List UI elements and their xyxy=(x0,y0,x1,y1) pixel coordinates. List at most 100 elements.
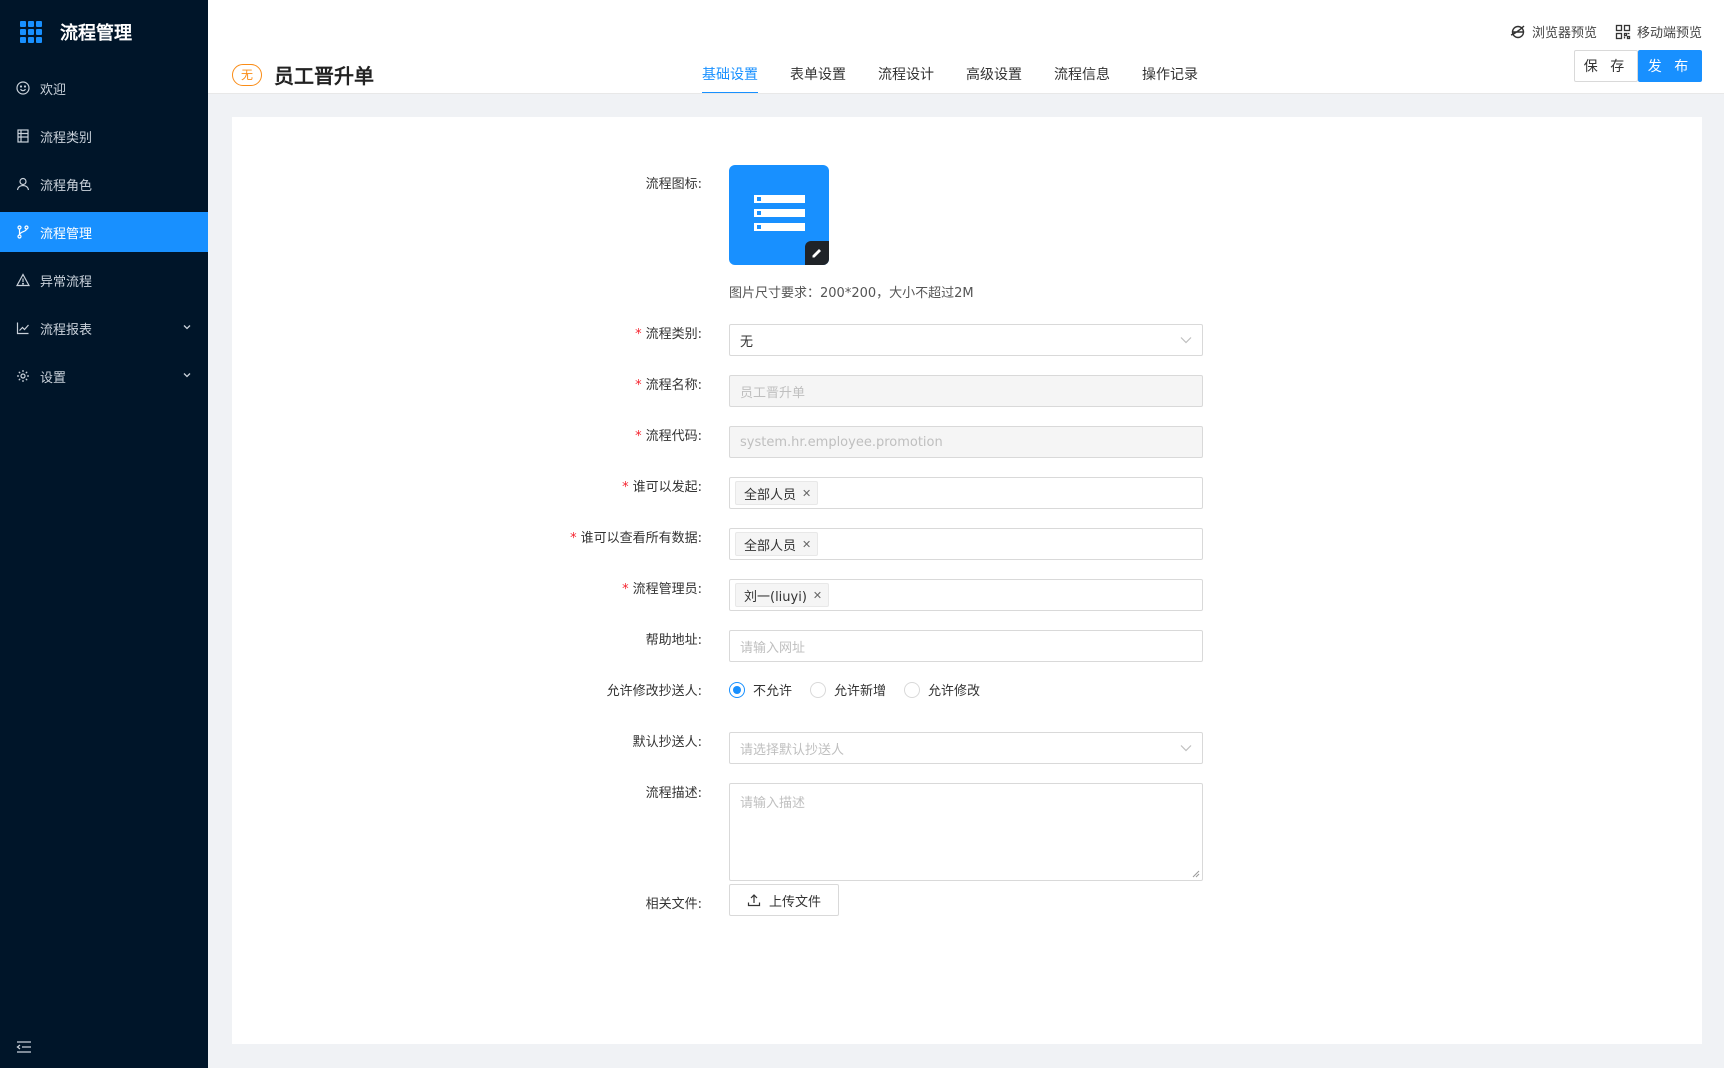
description-placeholder: 请输入描述 xyxy=(740,796,806,811)
close-icon[interactable]: ✕ xyxy=(802,487,811,500)
sidebar-item-label: 流程角色 xyxy=(40,178,93,194)
selected-tag: 刘一(liuyi) ✕ xyxy=(735,583,830,607)
process-code-value: system.hr.employee.promotion xyxy=(740,434,943,450)
page-title-group: 无 员工晋升单 xyxy=(232,60,374,89)
form-label: * 流程代码: xyxy=(635,429,702,444)
sidebar-item-label: 欢迎 xyxy=(40,82,67,98)
sidebar-item-label: 流程类别 xyxy=(40,130,93,146)
sidebar-item-process-management[interactable]: 流程管理 xyxy=(0,212,208,252)
publish-button[interactable]: 发 布 xyxy=(1638,50,1702,82)
sidebar-item-exceptions[interactable]: 异常流程 xyxy=(0,260,208,300)
mobile-preview-link[interactable]: 移动端预览 xyxy=(1615,22,1702,41)
list-icon xyxy=(16,129,30,143)
sidebar-item-welcome[interactable]: 欢迎 xyxy=(0,68,208,108)
selected-tag: 全部人员 ✕ xyxy=(735,532,819,556)
warning-icon xyxy=(16,273,30,287)
apps-grid-icon[interactable] xyxy=(20,21,42,43)
sidebar-item-reports[interactable]: 流程报表 xyxy=(0,308,208,348)
preview-links: 浏览器预览 移动端预览 xyxy=(1492,22,1702,41)
process-name-input[interactable]: 员工晋升单 xyxy=(729,375,1203,407)
tabs: 基础设置 表单设置 流程设计 高级设置 流程信息 操作记录 xyxy=(702,60,1230,94)
help-url-placeholder: 请输入网址 xyxy=(740,640,806,656)
sidebar: 流程管理 欢迎 流程类别 流程角色 流程管理 异常流程 流程报表 设置 xyxy=(0,0,208,1068)
chevron-down-icon xyxy=(1180,337,1192,344)
branch-icon xyxy=(16,225,30,239)
chevron-down-icon xyxy=(183,373,191,378)
tab-process-info[interactable]: 流程信息 xyxy=(1054,60,1110,94)
chevron-down-icon xyxy=(1180,745,1192,752)
default-cc-select[interactable]: 请选择默认抄送人 xyxy=(729,732,1203,764)
tab-form-settings[interactable]: 表单设置 xyxy=(790,60,846,94)
category-value: 无 xyxy=(740,334,754,350)
tab-operation-log[interactable]: 操作记录 xyxy=(1142,60,1198,94)
category-select[interactable]: 无 xyxy=(729,324,1203,356)
sidebar-item-label: 流程管理 xyxy=(40,226,93,242)
close-icon[interactable]: ✕ xyxy=(802,538,811,551)
form-label: * 流程名称: xyxy=(635,378,702,393)
form-label: 允许修改抄送人: xyxy=(606,684,702,699)
brand-title: 流程管理 xyxy=(60,23,132,44)
header: 无 员工晋升单 基础设置 表单设置 流程设计 高级设置 流程信息 操作记录 浏览… xyxy=(208,0,1724,94)
browser-preview-label: 浏览器预览 xyxy=(1531,26,1597,41)
browser-icon xyxy=(1510,25,1525,38)
selected-tag: 全部人员 ✕ xyxy=(735,481,819,505)
sidebar-item-label: 流程报表 xyxy=(40,322,93,338)
process-code-input[interactable]: system.hr.employee.promotion xyxy=(729,426,1203,458)
form-label: 流程图标: xyxy=(645,177,702,192)
mobile-preview-label: 移动端预览 xyxy=(1636,26,1702,41)
help-url-input[interactable]: 请输入网址 xyxy=(729,630,1203,662)
radio-not-allowed[interactable]: 不允许 xyxy=(729,680,792,699)
list-icon xyxy=(754,195,805,237)
tab-basic-settings[interactable]: 基础设置 xyxy=(702,60,758,94)
menu-fold-icon[interactable] xyxy=(16,1040,32,1054)
resize-grip-icon[interactable] xyxy=(1192,870,1200,878)
radio-allow-modify[interactable]: 允许修改 xyxy=(904,680,980,699)
brand: 流程管理 xyxy=(0,0,208,64)
form-label: 默认抄送人: xyxy=(632,735,702,750)
radio-allow-add[interactable]: 允许新增 xyxy=(810,680,886,699)
description-textarea[interactable]: 请输入描述 xyxy=(729,783,1203,881)
process-name-value: 员工晋升单 xyxy=(740,385,806,401)
divider xyxy=(208,93,1724,94)
tab-advanced-settings[interactable]: 高级设置 xyxy=(966,60,1022,94)
qrcode-icon xyxy=(1615,24,1631,39)
browser-preview-link[interactable]: 浏览器预览 xyxy=(1510,22,1597,41)
upload-file-button[interactable]: 上传文件 xyxy=(729,884,839,916)
form-label: 帮助地址: xyxy=(645,633,702,648)
sidebar-nav: 欢迎 流程类别 流程角色 流程管理 异常流程 流程报表 设置 xyxy=(0,68,208,396)
upload-icon xyxy=(747,894,761,907)
sidebar-item-roles[interactable]: 流程角色 xyxy=(0,164,208,204)
sidebar-item-label: 异常流程 xyxy=(40,274,93,290)
line-chart-icon xyxy=(16,321,30,335)
close-icon[interactable]: ✕ xyxy=(813,589,822,602)
initiators-select[interactable]: 全部人员 ✕ xyxy=(729,477,1203,509)
radio-circle xyxy=(729,681,745,698)
icon-hint: 图片尺寸要求：200*200，大小不超过2M xyxy=(729,286,974,301)
sidebar-item-label: 设置 xyxy=(40,370,67,386)
sidebar-item-settings[interactable]: 设置 xyxy=(0,356,208,396)
default-cc-placeholder: 请选择默认抄送人 xyxy=(740,742,845,758)
user-icon xyxy=(16,177,30,191)
chevron-down-icon xyxy=(183,325,191,330)
tab-process-design[interactable]: 流程设计 xyxy=(878,60,934,94)
process-badge: 无 xyxy=(232,63,262,86)
form-label: * 流程类别: xyxy=(635,327,702,342)
process-icon-upload[interactable] xyxy=(729,165,829,265)
cc-modify-radio-group: 不允许 允许新增 允许修改 xyxy=(729,680,998,699)
form-label: * 流程管理员: xyxy=(622,582,702,597)
sidebar-item-categories[interactable]: 流程类别 xyxy=(0,116,208,156)
form-label: 流程描述: xyxy=(645,786,702,801)
gear-icon xyxy=(16,369,30,383)
form-label: * 谁可以查看所有数据: xyxy=(570,531,702,546)
form-card: 流程图标: 图片尺寸要求：200*200，大小不超过2M * 流程类别: 无 * 流… xyxy=(232,117,1702,1044)
radio-circle xyxy=(810,681,827,698)
viewers-select[interactable]: 全部人员 ✕ xyxy=(729,528,1203,560)
form-label: * 谁可以发起: xyxy=(622,480,702,495)
page-title: 员工晋升单 xyxy=(274,64,374,88)
smile-icon xyxy=(16,81,30,95)
form-label: 相关文件: xyxy=(645,897,702,912)
radio-circle xyxy=(904,681,921,698)
admins-select[interactable]: 刘一(liuyi) ✕ xyxy=(729,579,1203,611)
edit-icon[interactable] xyxy=(805,241,829,265)
save-button[interactable]: 保 存 xyxy=(1574,50,1638,82)
